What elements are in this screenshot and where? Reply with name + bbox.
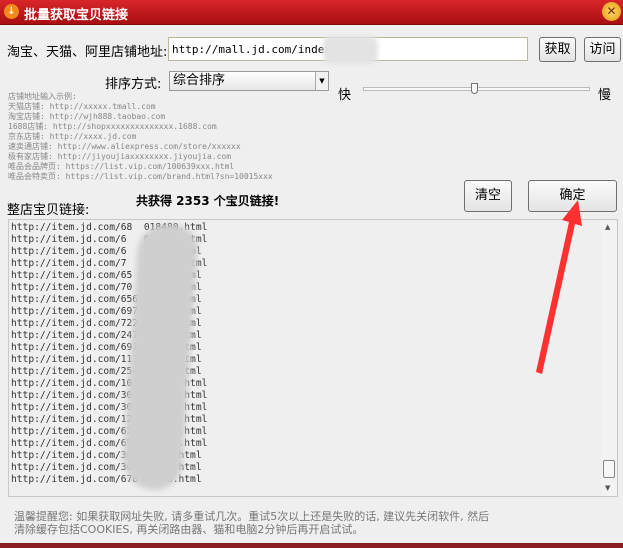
bottom-border xyxy=(0,543,623,548)
red-arrow-annotation xyxy=(536,200,582,374)
notice-text: 温馨提醒您: 如果获取网址失败, 请多重试几次。重试5次以上还是失败的话, 建议… xyxy=(14,510,490,536)
